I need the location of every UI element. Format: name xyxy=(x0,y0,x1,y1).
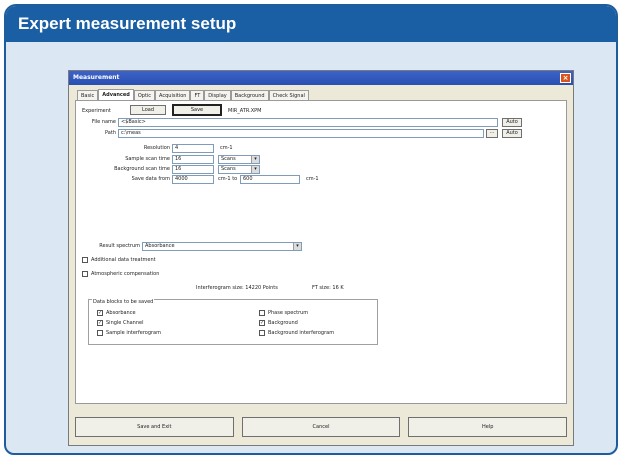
sample-scan-unit: Scans xyxy=(221,156,236,162)
file-name-field[interactable]: <$Basic> xyxy=(118,118,498,127)
measurement-window: Measurement × Basic Advanced Optic Acqui… xyxy=(68,70,574,446)
close-icon[interactable]: × xyxy=(560,73,571,83)
absorbance-checkbox[interactable]: ✓ xyxy=(97,310,103,316)
experiment-file: MIR_ATR.XPM xyxy=(228,108,262,114)
atmospheric-comp-checkbox[interactable] xyxy=(82,271,88,277)
save-experiment-button[interactable]: Save xyxy=(172,104,222,116)
window-titlebar: Measurement × xyxy=(69,71,573,85)
background-scan-unit: Scans xyxy=(221,166,236,172)
chevron-down-icon: ▾ xyxy=(251,166,259,173)
chevron-down-icon: ▾ xyxy=(251,156,259,163)
save-from-field[interactable]: 4000 xyxy=(172,175,214,184)
background-scan-field[interactable]: 16 xyxy=(172,165,214,174)
background-interferogram-label: Background interferogram xyxy=(268,330,335,336)
save-to-unit: cm-1 xyxy=(306,176,319,182)
save-to-field[interactable]: 600 xyxy=(240,175,300,184)
resolution-label: Resolution xyxy=(143,145,170,151)
result-spectrum-select[interactable]: Absorbance ▾ xyxy=(142,242,302,251)
browse-button[interactable]: ... xyxy=(486,129,498,138)
help-button[interactable]: Help xyxy=(408,417,568,437)
background-scan-label: Background scan time xyxy=(114,166,170,172)
ft-size: FT size: 16 K xyxy=(312,285,344,291)
dialog-button-bar: Save and Exit Cancel Help xyxy=(75,417,568,437)
file-name-auto-button[interactable]: Auto xyxy=(502,118,522,127)
experiment-label: Experiment xyxy=(82,108,111,114)
interferogram-size: Interferogram size: 14220 Points xyxy=(196,285,278,291)
data-blocks-group: Data blocks to be saved ✓ Absorbance ✓ S… xyxy=(88,299,378,345)
phase-spectrum-checkbox[interactable] xyxy=(259,310,265,316)
single-channel-label: Single Channel xyxy=(106,320,144,326)
phase-spectrum-label: Phase spectrum xyxy=(268,310,309,316)
background-interferogram-checkbox[interactable] xyxy=(259,330,265,336)
resolution-unit: cm-1 xyxy=(220,145,233,151)
advanced-panel: Experiment Load Save MIR_ATR.XPM File na… xyxy=(75,100,567,404)
cancel-button[interactable]: Cancel xyxy=(241,417,401,437)
result-spectrum-label: Result spectrum xyxy=(99,243,140,249)
path-label: Path xyxy=(105,130,116,136)
single-channel-checkbox[interactable]: ✓ xyxy=(97,320,103,326)
additional-treatment-label: Additional data treatment xyxy=(91,257,156,263)
chevron-down-icon: ▾ xyxy=(293,243,301,250)
sample-interferogram-checkbox[interactable] xyxy=(97,330,103,336)
card-title: Expert measurement setup xyxy=(6,6,616,42)
sample-scan-unit-select[interactable]: Scans ▾ xyxy=(218,155,260,164)
tab-bar: Basic Advanced Optic Acquisition FT Disp… xyxy=(77,89,309,101)
sample-scan-field[interactable]: 16 xyxy=(172,155,214,164)
save-to-label: cm-1 to xyxy=(218,176,238,182)
atmospheric-comp-label: Atmospheric compensation xyxy=(91,271,160,277)
path-auto-button[interactable]: Auto xyxy=(502,129,522,138)
path-field[interactable]: c:\meas xyxy=(118,129,484,138)
file-name-label: File name xyxy=(91,119,116,125)
save-from-label: Save data from xyxy=(131,176,170,182)
background-checkbox[interactable]: ✓ xyxy=(259,320,265,326)
background-scan-unit-select[interactable]: Scans ▾ xyxy=(218,165,260,174)
result-spectrum-value: Absorbance xyxy=(145,243,175,249)
background-label: Background xyxy=(268,320,298,326)
window-title: Measurement xyxy=(73,74,120,81)
sample-interferogram-label: Sample interferogram xyxy=(106,330,161,336)
save-and-exit-button[interactable]: Save and Exit xyxy=(75,417,234,437)
expert-setup-card: Expert measurement setup Measurement × B… xyxy=(4,4,618,455)
absorbance-label: Absorbance xyxy=(106,310,136,316)
resolution-field[interactable]: 4 xyxy=(172,144,214,153)
data-blocks-legend: Data blocks to be saved xyxy=(92,299,155,305)
additional-treatment-checkbox[interactable] xyxy=(82,257,88,263)
sample-scan-label: Sample scan time xyxy=(125,156,170,162)
load-button[interactable]: Load xyxy=(130,105,166,115)
